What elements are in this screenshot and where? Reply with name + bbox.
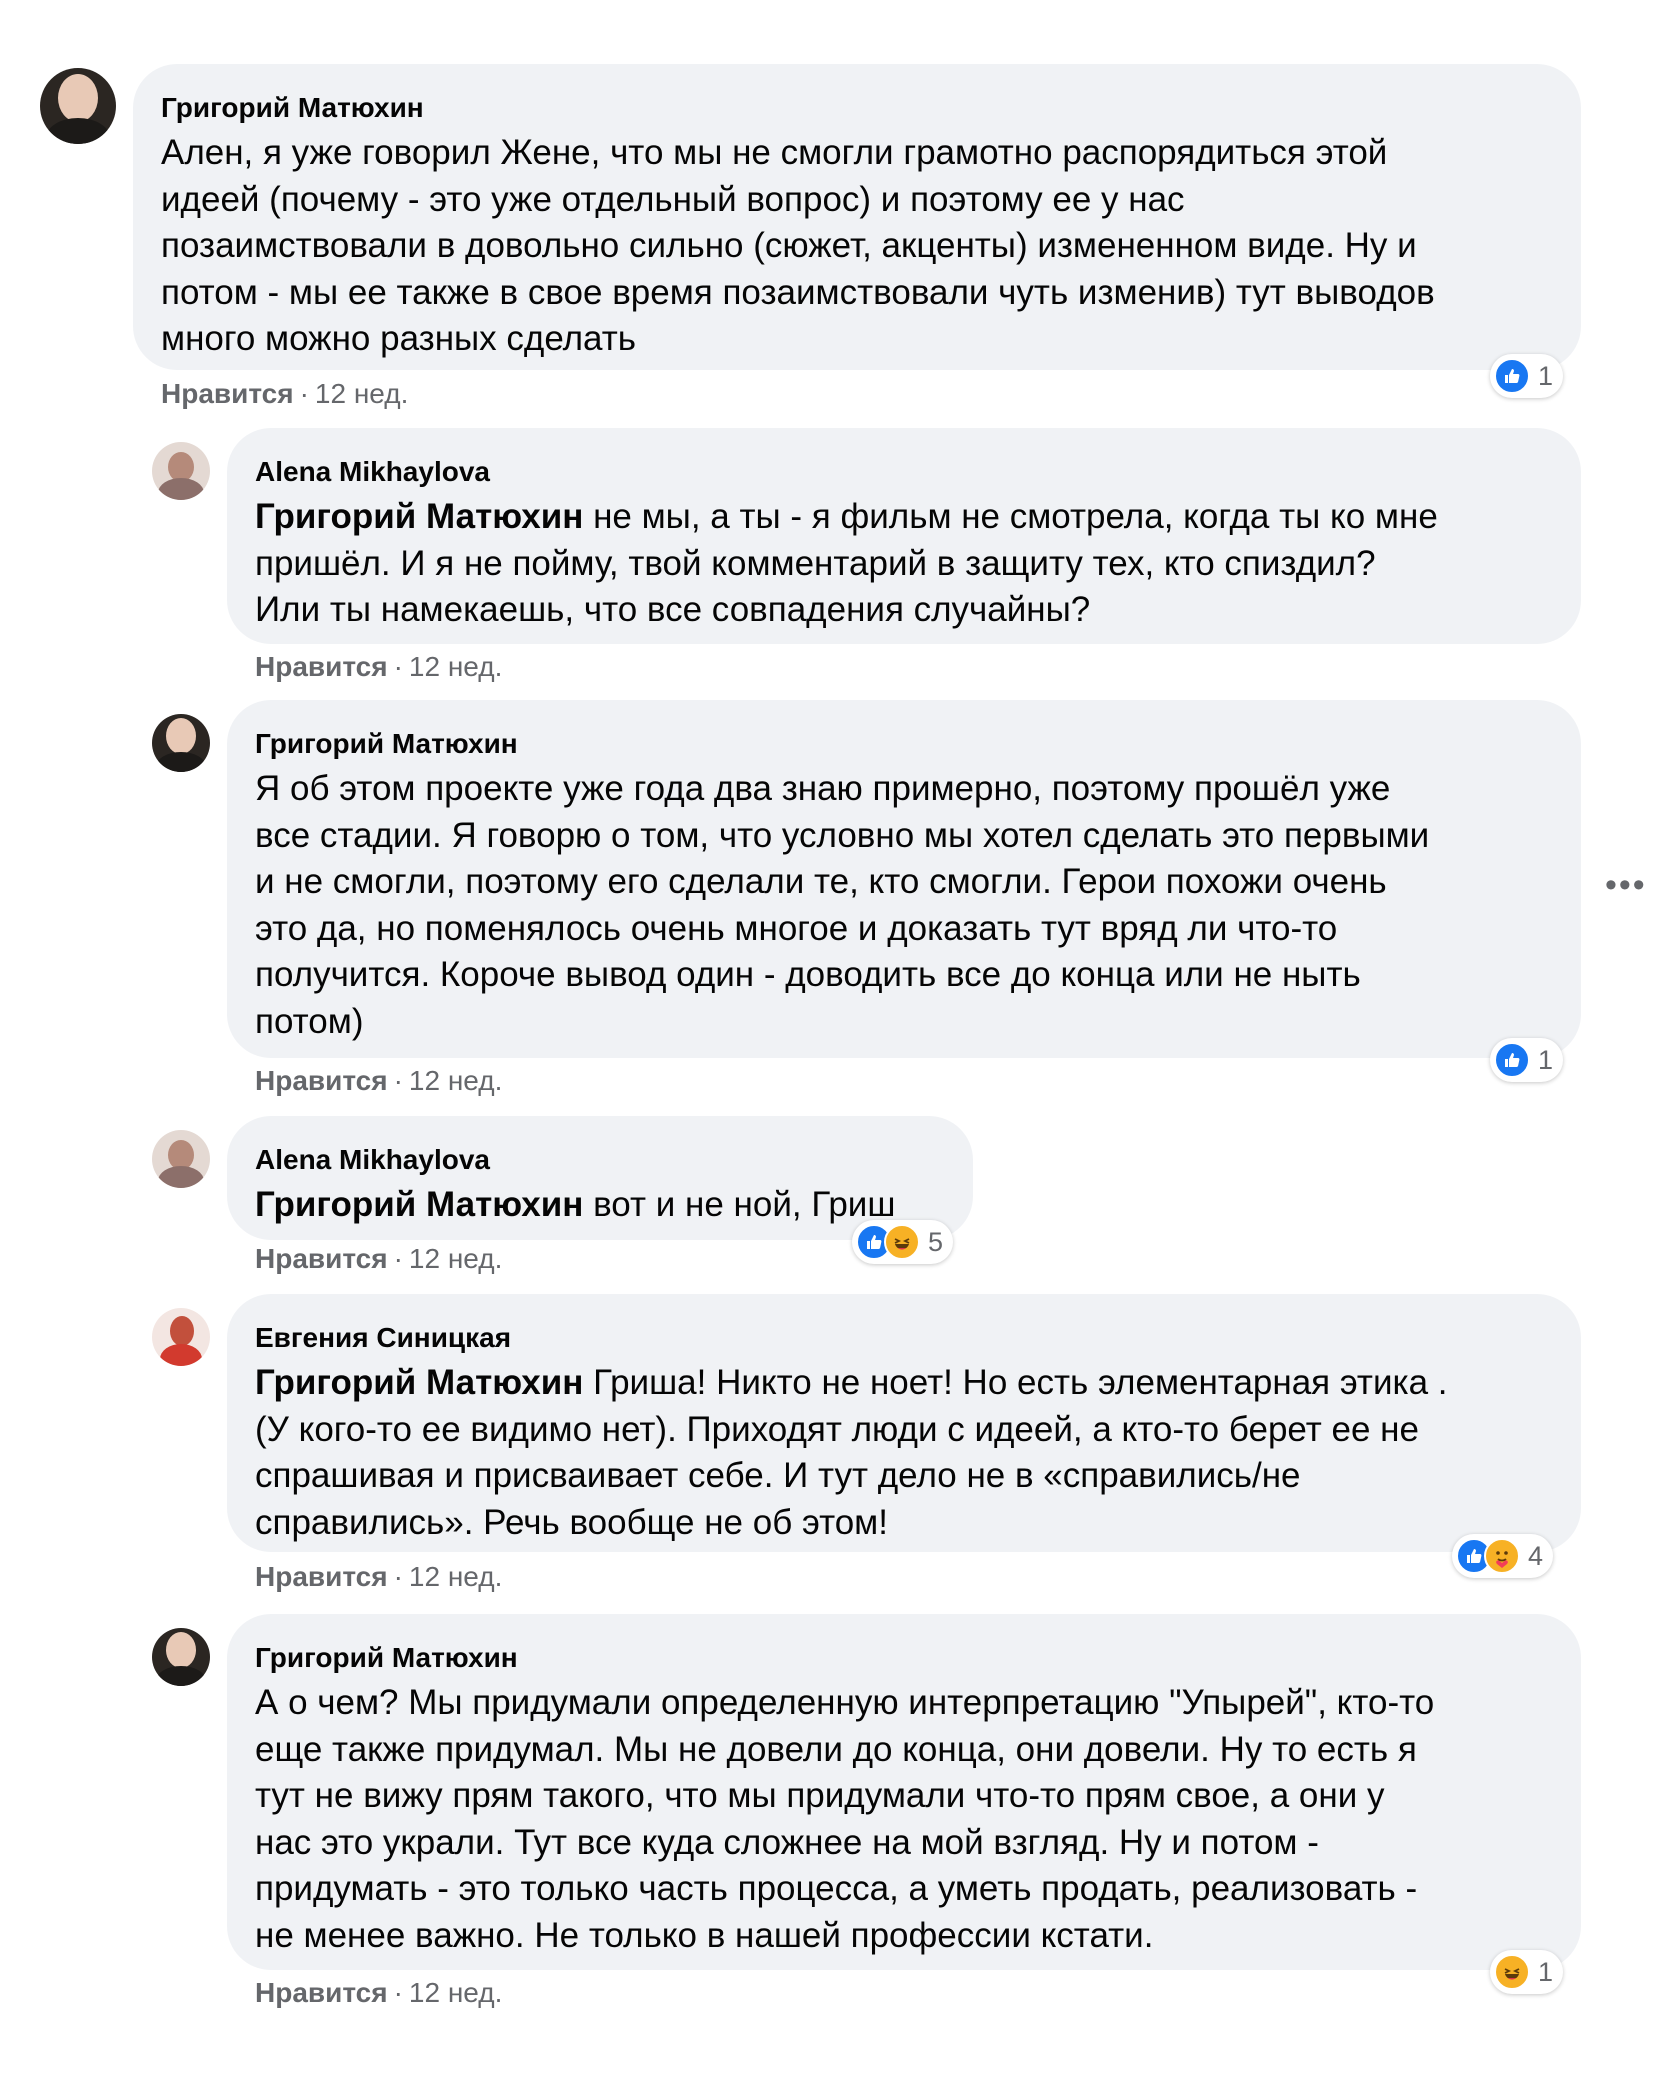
reactions-summary[interactable]: 4 (1452, 1534, 1554, 1578)
mention-link[interactable]: Григорий Матюхин (255, 497, 583, 536)
haha-icon (884, 1224, 920, 1260)
comment-timestamp[interactable]: 12 нед. (409, 1977, 502, 2008)
avatar[interactable] (40, 68, 116, 144)
comment-text: Григорий Матюхин Гриша! Никто не ноет! Н… (255, 1363, 1448, 1542)
like-icon (1494, 358, 1530, 394)
avatar[interactable] (152, 1628, 210, 1686)
mention-link[interactable]: Григорий Матюхин (255, 1185, 583, 1224)
comment-bubble: Григорий Матюхин Ален, я уже говорил Жен… (133, 64, 1581, 370)
like-button[interactable]: Нравится (255, 1243, 388, 1274)
comment-bubble: Alena Mikhaylova Григорий Матюхин вот и … (227, 1116, 973, 1240)
comment-actions: Нравится · 12 нед. (255, 1243, 503, 1274)
like-button[interactable]: Нравится (161, 378, 294, 409)
reactions-summary[interactable]: 5 (852, 1220, 954, 1264)
comment-actions: Нравится · 12 нед. (255, 1977, 503, 2008)
comment-text: Григорий Матюхин вот и не ной, Гриш (255, 1185, 896, 1224)
like-button[interactable]: Нравится (255, 1977, 388, 2008)
comment-timestamp[interactable]: 12 нед. (409, 1243, 502, 1274)
comment-author[interactable]: Alena Mikhaylova (255, 1142, 945, 1178)
comment-bubble: Григорий Матюхин Я об этом проекте уже г… (227, 700, 1581, 1058)
comment-text: Григорий Матюхин не мы, а ты - я фильм н… (255, 497, 1438, 629)
avatar[interactable] (152, 442, 210, 500)
reactions-summary[interactable]: 1 (1490, 1038, 1564, 1082)
haha-icon (1494, 1954, 1530, 1990)
reaction-count: 1 (1538, 360, 1554, 391)
comment-actions: Нравится · 12 нед. (255, 1065, 503, 1096)
comment-author[interactable]: Alena Mikhaylova (255, 454, 1553, 490)
reactions-summary[interactable]: 1 (1490, 354, 1564, 398)
comment-actions: Нравится · 12 нед. (255, 1561, 503, 1592)
comment-actions: Нравится · 12 нед. (161, 378, 409, 409)
avatar[interactable] (152, 1308, 210, 1366)
comment-text: Я об этом проекте уже года два знаю прим… (255, 769, 1430, 1041)
like-button[interactable]: Нравится (255, 1561, 388, 1592)
reaction-count: 1 (1538, 1044, 1554, 1075)
comment-timestamp[interactable]: 12 нед. (315, 378, 408, 409)
like-button[interactable]: Нравится (255, 1065, 388, 1096)
comment-author[interactable]: Евгения Синицкая (255, 1320, 1553, 1356)
comment-author[interactable]: Григорий Матюхин (255, 1640, 1553, 1676)
reaction-count: 5 (928, 1226, 944, 1257)
like-button[interactable]: Нравится (255, 651, 388, 682)
comment-text: А о чем? Мы придумали определенную интер… (255, 1683, 1435, 1955)
avatar[interactable] (152, 1130, 210, 1188)
more-horizontal-icon[interactable]: ••• (1605, 866, 1647, 905)
care-icon (1484, 1538, 1520, 1574)
comment-timestamp[interactable]: 12 нед. (409, 1065, 502, 1096)
mention-link[interactable]: Григорий Матюхин (255, 1363, 583, 1402)
like-icon (1494, 1042, 1530, 1078)
comment-timestamp[interactable]: 12 нед. (409, 1561, 502, 1592)
reaction-count: 4 (1528, 1540, 1544, 1571)
comment-author[interactable]: Григорий Матюхин (161, 90, 1553, 126)
reaction-count: 1 (1538, 1956, 1554, 1987)
comment-bubble: Евгения Синицкая Григорий Матюхин Гриша!… (227, 1294, 1581, 1552)
comment-timestamp[interactable]: 12 нед. (409, 651, 502, 682)
reactions-summary[interactable]: 1 (1490, 1950, 1564, 1994)
avatar[interactable] (152, 714, 210, 772)
comment-actions: Нравится · 12 нед. (255, 651, 503, 682)
comment-text: Ален, я уже говорил Жене, что мы не смог… (161, 133, 1435, 358)
comment-author[interactable]: Григорий Матюхин (255, 726, 1553, 762)
comment-bubble: Григорий Матюхин А о чем? Мы придумали о… (227, 1614, 1581, 1970)
comment-bubble: Alena Mikhaylova Григорий Матюхин не мы,… (227, 428, 1581, 644)
